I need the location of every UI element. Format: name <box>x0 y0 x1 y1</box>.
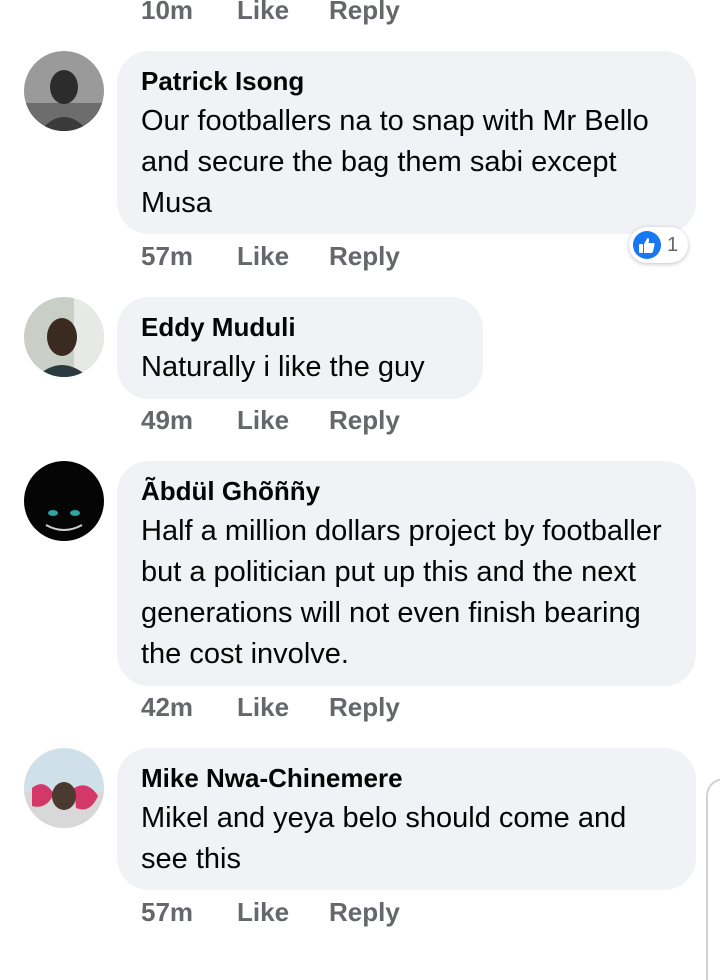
comment-time: 10m <box>141 0 194 25</box>
like-link[interactable]: Like <box>237 0 329 26</box>
comment-bubble: Mike Nwa-Chinemere Mikel and yeya belo s… <box>117 748 696 890</box>
reply-link[interactable]: Reply <box>329 0 400 26</box>
comment-time: 42m <box>141 691 194 722</box>
partial-overlay-card <box>706 778 720 980</box>
comment-time: 49m <box>141 404 194 435</box>
like-link[interactable]: Like <box>237 241 329 272</box>
reply-link[interactable]: Reply <box>329 405 400 436</box>
comment-text: Mikel and yeya belo should come and see … <box>141 802 627 875</box>
comment-bubble: Ãbdül Ghõññy Half a million dollars proj… <box>117 461 696 686</box>
comment-text: Half a million dollars project by footba… <box>141 515 662 670</box>
reply-link[interactable]: Reply <box>329 241 400 272</box>
reply-link[interactable]: Reply <box>329 897 400 928</box>
like-link[interactable]: Like <box>237 405 329 436</box>
comment-time: 57m <box>141 896 194 927</box>
avatar[interactable] <box>24 748 104 828</box>
comment-actions: 57m Like Reply <box>141 895 400 929</box>
reply-link[interactable]: Reply <box>329 692 400 723</box>
comment-bubble: Patrick Isong Our footballers na to snap… <box>117 51 696 234</box>
comment-actions-top: 10m Like Reply <box>141 0 400 27</box>
avatar[interactable] <box>24 51 104 131</box>
commenter-name[interactable]: Ãbdül Ghõññy <box>141 475 672 507</box>
avatar[interactable] <box>24 461 104 541</box>
reaction-badge[interactable]: 1 <box>629 227 689 263</box>
comment-text: Naturally i like the guy <box>141 351 425 383</box>
thumbs-up-icon <box>633 231 661 259</box>
commenter-name[interactable]: Eddy Muduli <box>141 311 459 343</box>
comment-text: Our footballers na to snap with Mr Bello… <box>141 105 649 219</box>
like-link[interactable]: Like <box>237 692 329 723</box>
comment-bubble: Eddy Muduli Naturally i like the guy <box>117 297 483 399</box>
avatar[interactable] <box>24 297 104 377</box>
commenter-name[interactable]: Mike Nwa-Chinemere <box>141 762 672 794</box>
like-link[interactable]: Like <box>237 897 329 928</box>
reaction-count: 1 <box>667 233 679 256</box>
comment-actions: 42m Like Reply <box>141 690 400 724</box>
comment-actions: 49m Like Reply <box>141 403 400 437</box>
comment-actions: 57m Like Reply <box>141 239 400 273</box>
commenter-name[interactable]: Patrick Isong <box>141 65 672 97</box>
comment-time: 57m <box>141 240 194 271</box>
